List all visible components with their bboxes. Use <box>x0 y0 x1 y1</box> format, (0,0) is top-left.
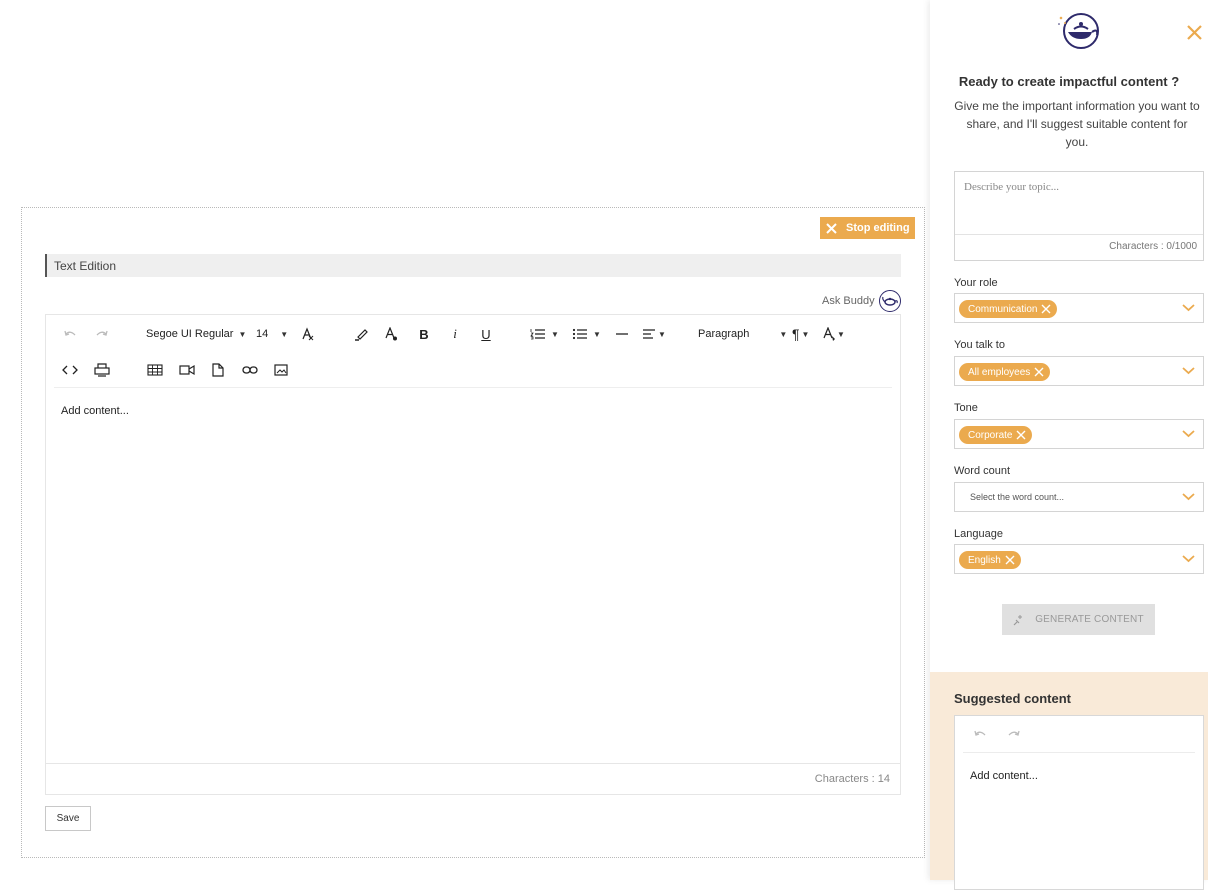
clear-format-icon[interactable] <box>299 322 315 346</box>
code-view-icon[interactable] <box>62 358 78 382</box>
buddy-lamp-icon <box>878 290 901 312</box>
remove-icon[interactable] <box>1034 367 1044 377</box>
table-icon[interactable] <box>147 358 163 382</box>
language-label: Language <box>954 528 1003 540</box>
chevron-down-icon <box>1182 493 1195 501</box>
bullet-list-icon[interactable]: ▼ <box>572 322 601 346</box>
ask-buddy-label: Ask Buddy <box>822 295 875 307</box>
chevron-down-icon: ▼ <box>658 329 666 339</box>
chevron-down-icon <box>1182 555 1195 563</box>
role-chip-label: Communication <box>968 303 1038 315</box>
underline-icon[interactable]: U <box>478 322 494 346</box>
panel-title: Ready to create impactful content ? <box>958 74 1180 89</box>
suggested-content-title: Suggested content <box>954 691 1072 706</box>
remove-icon[interactable] <box>1005 555 1015 565</box>
role-label: Your role <box>954 277 998 289</box>
close-panel-icon[interactable] <box>1186 24 1203 41</box>
tone-select[interactable]: Corporate <box>954 419 1204 449</box>
chevron-down-icon: ▼ <box>551 329 559 339</box>
editor-toolbar-row-2 <box>46 353 900 387</box>
font-size-select[interactable]: 14 ▼ <box>256 322 288 346</box>
suggested-toolbar <box>973 728 1021 742</box>
magic-lamp-icon <box>1058 13 1099 49</box>
editor-toolbar-row-1: Segoe UI Regular ▼ 14 ▼ B i U ▼ ▼ ▼ Para… <box>46 317 900 351</box>
horizontal-rule-icon[interactable] <box>615 322 629 346</box>
highlighter-icon[interactable] <box>353 322 369 346</box>
remove-icon[interactable] <box>1041 304 1051 314</box>
image-icon[interactable] <box>273 358 289 382</box>
tone-chip-label: Corporate <box>968 429 1013 441</box>
stop-editing-label: Stop editing <box>846 222 910 234</box>
font-family-select[interactable]: Segoe UI Regular ▼ <box>146 322 246 346</box>
toolbar-divider <box>963 752 1195 753</box>
undo-icon[interactable] <box>62 322 78 346</box>
audience-chip: All employees <box>959 363 1051 381</box>
audience-label: You talk to <box>954 339 1005 351</box>
undo-icon[interactable] <box>973 728 987 742</box>
stop-editing-button[interactable]: Stop editing <box>820 217 915 239</box>
toolbar-divider <box>54 387 892 388</box>
wordcount-select[interactable]: Select the word count... <box>954 482 1204 512</box>
redo-icon[interactable] <box>1007 728 1021 742</box>
topic-field: Characters : 0/1000 <box>954 171 1204 261</box>
editor-char-count: Characters : 14 <box>46 763 900 794</box>
wordcount-placeholder: Select the word count... <box>970 492 1065 502</box>
topic-char-count: Characters : 0/1000 <box>955 234 1203 260</box>
redo-icon[interactable] <box>94 322 110 346</box>
ask-buddy-button[interactable]: Ask Buddy <box>822 290 901 312</box>
audience-select[interactable]: All employees <box>954 356 1204 386</box>
file-icon[interactable] <box>210 358 226 382</box>
suggested-content-editor[interactable]: Add content... <box>954 715 1204 890</box>
ai-assistant-panel: Ready to create impactful content ? Give… <box>930 0 1208 890</box>
align-icon[interactable]: ▼ <box>642 322 666 346</box>
chevron-down-icon: ▼ <box>801 329 810 339</box>
topic-input[interactable] <box>955 172 1203 236</box>
chevron-down-icon <box>1182 304 1195 312</box>
panel-subtitle: Give me the important information you wa… <box>954 99 1200 149</box>
video-icon[interactable] <box>179 358 195 382</box>
block-format-value: Paragraph <box>698 328 750 340</box>
role-select[interactable]: Communication <box>954 293 1204 323</box>
role-chip: Communication <box>959 300 1058 318</box>
chevron-down-icon: ▼ <box>238 329 247 339</box>
italic-icon[interactable]: i <box>447 322 463 346</box>
print-icon[interactable] <box>94 358 110 382</box>
language-select[interactable]: English <box>954 544 1204 574</box>
chevron-down-icon: ▼ <box>779 329 788 339</box>
ordered-list-icon[interactable]: ▼ <box>530 322 559 346</box>
remove-icon[interactable] <box>1016 430 1026 440</box>
font-size-value: 14 <box>256 328 269 340</box>
chevron-down-icon: ▼ <box>593 329 601 339</box>
font-family-value: Segoe UI Regular <box>146 328 234 340</box>
chevron-down-icon: ▼ <box>837 329 845 339</box>
suggested-content-section: Suggested content Add content... <box>930 672 1208 890</box>
language-chip: English <box>959 551 1021 569</box>
wordcount-label: Word count <box>954 465 1011 477</box>
text-color-icon[interactable] <box>383 322 399 346</box>
tone-chip: Corporate <box>959 426 1033 444</box>
chevron-down-icon: ▼ <box>280 329 289 339</box>
tone-label: Tone <box>954 402 978 414</box>
block-format-select[interactable]: Paragraph ▼ <box>698 322 787 346</box>
bold-icon[interactable]: B <box>416 322 432 346</box>
save-button[interactable]: Save <box>45 806 91 831</box>
section-title: Text Edition <box>45 254 901 277</box>
chevron-down-icon <box>1182 367 1195 375</box>
background-color-icon[interactable]: ▼ <box>822 322 845 346</box>
sparkle-icon <box>1013 614 1023 625</box>
generate-content-label: GENERATE CONTENT <box>1035 614 1144 625</box>
suggested-content-text[interactable]: Add content... <box>970 770 1038 782</box>
chevron-down-icon <box>1182 430 1195 438</box>
editor-content[interactable]: Add content... <box>61 405 129 417</box>
rich-text-editor[interactable]: Segoe UI Regular ▼ 14 ▼ B i U ▼ ▼ ▼ Para… <box>45 314 901 795</box>
paragraph-icon[interactable]: ¶ ▼ <box>792 322 809 346</box>
audience-chip-label: All employees <box>968 366 1031 378</box>
close-icon <box>826 222 837 234</box>
generate-content-button[interactable]: GENERATE CONTENT <box>1002 604 1155 635</box>
link-icon[interactable] <box>241 358 259 382</box>
language-chip-label: English <box>968 554 1001 566</box>
